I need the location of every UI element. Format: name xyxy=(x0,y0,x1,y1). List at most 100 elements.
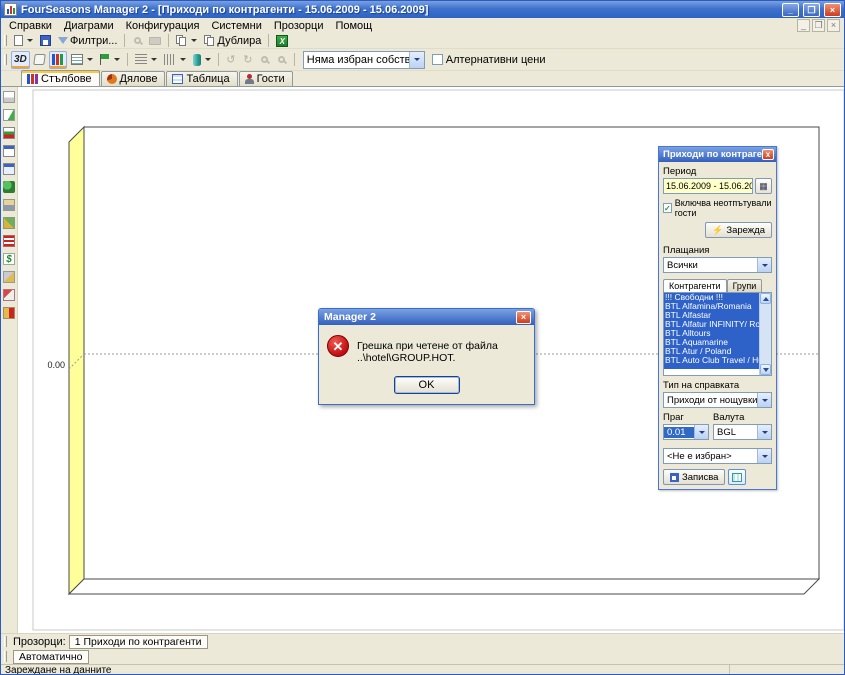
mdi-restore-button[interactable]: ❐ xyxy=(812,19,825,32)
audit-button[interactable] xyxy=(2,270,16,284)
discount-button[interactable] xyxy=(2,288,16,302)
rotate-right-button[interactable]: ↻ xyxy=(240,51,256,69)
dropdown-arrow[interactable] xyxy=(757,258,771,272)
save-button[interactable] xyxy=(37,34,54,48)
form-copy-button[interactable] xyxy=(2,162,16,176)
calendar-board-button[interactable] xyxy=(2,90,16,104)
toolbar-grip[interactable] xyxy=(4,35,7,46)
scroll-up-button[interactable] xyxy=(760,293,771,304)
dropdown-arrow[interactable] xyxy=(409,52,424,68)
dropdown-arrow[interactable] xyxy=(694,425,708,439)
new-report-button[interactable] xyxy=(11,34,36,48)
mdi-minimize-button[interactable]: _ xyxy=(797,19,810,32)
currency-select[interactable]: BGL xyxy=(713,424,772,440)
manage-presets-button[interactable] xyxy=(728,469,746,485)
restore-button[interactable]: ❐ xyxy=(803,3,820,17)
table-icon xyxy=(732,473,742,482)
grid-report-button[interactable] xyxy=(2,234,16,248)
list-scrollbar[interactable] xyxy=(759,293,771,375)
toggle-3d-button[interactable]: 3D xyxy=(11,51,30,69)
cash-button[interactable] xyxy=(2,216,16,230)
list-item-partial[interactable] xyxy=(664,365,759,369)
folder-print-button[interactable] xyxy=(2,198,16,212)
menu-pomosht[interactable]: Помощ xyxy=(329,20,378,32)
export-document-button[interactable] xyxy=(2,108,16,122)
minimize-button[interactable]: _ xyxy=(782,3,799,17)
load-button[interactable]: ⚡ Зарежда xyxy=(705,222,772,238)
threshold-select[interactable]: 0.01 xyxy=(663,424,709,440)
duplicate-button[interactable]: Дублира xyxy=(201,34,264,48)
report-type-select[interactable]: Приходи от нощувки xyxy=(663,392,772,408)
owner-select[interactable]: Няма избран собственици xyxy=(303,51,425,69)
filters-button[interactable]: Филтри... xyxy=(55,34,120,48)
list-item[interactable]: BTL Alfamina/Romania xyxy=(664,302,759,311)
open-window-button[interactable]: 1 Приходи по контрагенти xyxy=(69,635,208,649)
zoom-in-button[interactable] xyxy=(257,51,273,69)
audit-coins-icon xyxy=(3,271,15,283)
calendar-button[interactable]: ▦ xyxy=(755,178,772,194)
revenue-button[interactable]: $ xyxy=(2,252,16,266)
panel-close-button[interactable]: x xyxy=(762,149,774,160)
tab-shares[interactable]: Дялове xyxy=(101,71,166,86)
menu-diagrami[interactable]: Диаграми xyxy=(58,20,120,32)
list-item[interactable]: BTL Alfastar xyxy=(664,311,759,320)
print-button[interactable] xyxy=(146,34,164,48)
labels-button[interactable] xyxy=(97,51,123,69)
dropdown-arrow[interactable] xyxy=(757,425,771,439)
toolbar-grip[interactable] xyxy=(4,636,7,647)
menu-sistemni[interactable]: Системни xyxy=(205,20,267,32)
toolbar-separator xyxy=(168,34,169,47)
list-item[interactable]: BTL Auto Club Travel / Hunga xyxy=(664,356,759,365)
menu-prozorci[interactable]: Прозорци xyxy=(268,20,330,32)
ok-button[interactable]: OK xyxy=(394,376,460,394)
toolbar-grip[interactable] xyxy=(4,651,7,662)
copy-button[interactable] xyxy=(173,34,200,48)
zoom-out-button[interactable] xyxy=(274,51,290,69)
print-preview-button[interactable] xyxy=(129,34,145,48)
coin-chart-button[interactable] xyxy=(2,306,16,320)
menu-konfiguracia[interactable]: Конфигурация xyxy=(120,20,206,32)
vertical-grid-button[interactable] xyxy=(161,51,189,69)
contractors-list-items: !!! Свободни !!! BTL Alfamina/Romania BT… xyxy=(664,293,759,375)
include-guests-checkbox[interactable]: ✓ xyxy=(663,203,672,213)
application-window: FourSeasons Manager 2 - [Приходи по конт… xyxy=(0,0,845,675)
mdi-close-button[interactable]: × xyxy=(827,19,840,32)
list-item[interactable]: BTL Aquamarine xyxy=(664,338,759,347)
scroll-down-button[interactable] xyxy=(760,364,771,375)
legend-button[interactable] xyxy=(68,51,96,69)
list-item[interactable]: !!! Свободни !!! xyxy=(664,293,759,302)
tab-table[interactable]: Таблица xyxy=(166,71,237,86)
dropdown-arrow[interactable] xyxy=(757,449,771,463)
tab-contractors[interactable]: Контрагенти xyxy=(663,279,727,292)
tab-guests[interactable]: Гости xyxy=(239,71,293,86)
automatic-button[interactable]: Автоматично xyxy=(13,650,89,664)
save-preset-button[interactable]: Записва xyxy=(663,469,725,485)
perspective-button[interactable] xyxy=(31,51,48,69)
close-button[interactable]: × xyxy=(824,3,841,17)
form-window-button[interactable] xyxy=(2,144,16,158)
guests-button[interactable] xyxy=(2,180,16,194)
horizontal-grid-button[interactable] xyxy=(132,51,160,69)
period-input[interactable]: 15.06.2009 - 15.06.2009 xyxy=(663,178,753,194)
dialog-close-button[interactable]: × xyxy=(516,311,531,324)
rotate-left-button[interactable]: ↺ xyxy=(223,51,239,69)
list-item[interactable]: BTL Atur / Poland xyxy=(664,347,759,356)
payments-select[interactable]: Всички xyxy=(663,257,772,273)
list-item[interactable]: BTL Alltours xyxy=(664,329,759,338)
panel-title-bar[interactable]: Приходи по контрагенти x xyxy=(659,147,776,162)
preset-select[interactable]: <Не е избран> xyxy=(663,448,772,464)
tab-bars[interactable]: Стълбове xyxy=(21,70,100,86)
bar-style-button[interactable] xyxy=(49,51,67,69)
list-item[interactable]: BTL Alfatur INFINITY/ Romani xyxy=(664,320,759,329)
toolbar-grip[interactable] xyxy=(4,54,7,65)
alt-prices-checkbox[interactable] xyxy=(432,54,443,65)
series-style-button[interactable] xyxy=(190,51,214,69)
dialog-buttons: OK xyxy=(319,372,534,404)
app-icon xyxy=(4,3,17,16)
flag-report-button[interactable] xyxy=(2,126,16,140)
tab-groups[interactable]: Групи xyxy=(727,279,763,292)
dropdown-arrow[interactable] xyxy=(757,393,771,407)
menu-spravki[interactable]: Справки xyxy=(3,20,58,32)
export-excel-button[interactable]: X xyxy=(273,34,291,48)
dialog-title-bar[interactable]: Manager 2 × xyxy=(319,309,534,325)
